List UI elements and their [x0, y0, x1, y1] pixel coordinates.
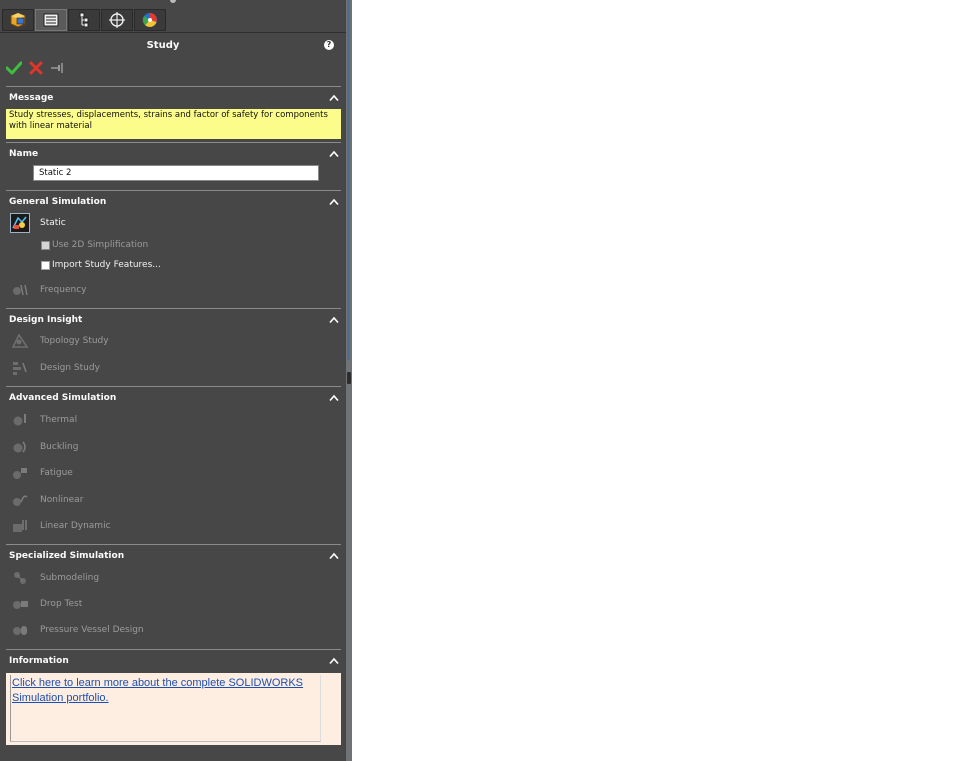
link-line-2: Simulation portfolio.	[12, 692, 109, 704]
tab-bar-divider	[0, 32, 346, 33]
linear-dynamic-study-icon	[10, 517, 30, 535]
section-divider	[6, 649, 341, 650]
manager-tab-bar	[2, 9, 167, 32]
chevron-up-icon[interactable]	[329, 657, 339, 665]
advanced-item-label: Buckling	[40, 442, 79, 452]
submodeling-study-icon	[10, 569, 30, 587]
panel-title: Study	[146, 40, 180, 51]
pushpin-icon	[51, 63, 63, 73]
nonlinear-study-icon	[10, 491, 30, 509]
study-type-linear-dynamic[interactable]: Linear Dynamic	[10, 516, 111, 536]
specialized-item-label: Pressure Vessel Design	[40, 625, 144, 635]
section-divider	[6, 86, 341, 87]
splitter-highlight	[347, 0, 350, 360]
study-type-nonlinear[interactable]: Nonlinear	[10, 490, 83, 510]
section-title-specialized-simulation[interactable]: Specialized Simulation	[9, 551, 124, 561]
section-title-general-simulation[interactable]: General Simulation	[9, 197, 106, 207]
specialized-item-label: Submodeling	[40, 573, 100, 583]
study-type-thermal[interactable]: Thermal	[10, 410, 77, 430]
section-title-information[interactable]: Information	[9, 656, 69, 666]
static-label: Static	[40, 218, 66, 228]
section-title-advanced-simulation[interactable]: Advanced Simulation	[9, 393, 116, 403]
information-text-area: Click here to learn more about the compl…	[10, 675, 321, 742]
tab-feature-manager[interactable]	[2, 9, 34, 31]
import-study-features-checkbox[interactable]: Import Study Features...	[41, 260, 161, 270]
action-buttons	[6, 61, 64, 75]
feature-manager-icon	[10, 12, 26, 28]
design-insight-item-label: Design Study	[40, 363, 100, 373]
checkbox-box	[41, 260, 50, 270]
section-divider	[6, 544, 341, 545]
ok-button[interactable]	[6, 61, 22, 75]
use-2d-simplification-checkbox[interactable]: Use 2D Simplification	[41, 240, 148, 250]
drop-test-study-icon	[10, 595, 30, 613]
static-study-icon	[10, 213, 30, 233]
tab-display-manager[interactable]	[134, 9, 166, 31]
section-title-name[interactable]: Name	[9, 149, 38, 159]
advanced-item-label: Linear Dynamic	[40, 521, 111, 531]
section-divider	[6, 308, 341, 309]
link-line-1: Click here to learn more about the compl…	[12, 677, 304, 689]
section-title-design-insight[interactable]: Design Insight	[9, 315, 82, 325]
tab-configuration-manager[interactable]	[68, 9, 100, 31]
study-type-fatigue[interactable]: Fatigue	[10, 463, 73, 483]
import-study-label: Import Study Features...	[52, 260, 161, 270]
study-type-topology[interactable]: Topology Study	[10, 331, 109, 351]
study-type-pressure-vessel[interactable]: Pressure Vessel Design	[10, 620, 144, 640]
configuration-manager-icon	[79, 12, 89, 28]
pushpin-button[interactable]	[50, 62, 64, 74]
chevron-up-icon[interactable]	[329, 94, 339, 102]
section-divider	[6, 386, 341, 387]
checkbox-box	[41, 240, 50, 250]
graphics-area[interactable]	[352, 0, 960, 761]
solidworks-simulation-link[interactable]: Click here to learn more about the compl…	[12, 677, 303, 704]
study-name-input[interactable]: Static 2	[33, 165, 319, 181]
information-box: Click here to learn more about the compl…	[6, 673, 341, 745]
use-2d-label: Use 2D Simplification	[52, 240, 149, 250]
buckling-study-icon	[10, 438, 30, 456]
property-manager-icon	[43, 13, 59, 27]
thermal-study-icon	[10, 411, 30, 429]
ok-icon	[6, 61, 22, 75]
advanced-item-label: Nonlinear	[40, 495, 84, 505]
study-type-frequency[interactable]: Frequency	[10, 280, 87, 300]
section-divider	[6, 142, 341, 143]
design-study-icon	[10, 359, 30, 377]
study-type-design-study[interactable]: Design Study	[10, 358, 100, 378]
frequency-study-icon	[10, 281, 30, 299]
help-icon[interactable]: ?	[324, 40, 334, 50]
panel-resize-grip[interactable]	[170, 0, 176, 3]
study-type-submodeling[interactable]: Submodeling	[10, 568, 99, 588]
splitter-grip[interactable]	[347, 372, 351, 384]
frequency-label: Frequency	[40, 285, 87, 295]
specialized-item-label: Drop Test	[40, 599, 83, 609]
study-type-buckling[interactable]: Buckling	[10, 437, 78, 457]
advanced-item-label: Thermal	[40, 415, 78, 425]
cancel-icon	[29, 61, 43, 75]
design-insight-item-label: Topology Study	[40, 336, 109, 346]
chevron-up-icon[interactable]	[329, 198, 339, 206]
fatigue-study-icon	[10, 464, 30, 482]
study-type-static[interactable]: Static	[10, 213, 66, 233]
section-divider	[6, 190, 341, 191]
tab-dimxpert-manager[interactable]	[101, 9, 133, 31]
display-manager-icon	[142, 13, 157, 27]
pressure-vessel-study-icon	[10, 621, 30, 639]
chevron-up-icon[interactable]	[329, 316, 339, 324]
topology-study-icon	[10, 332, 30, 350]
dimxpert-manager-icon	[109, 12, 125, 28]
message-box: Study stresses, displacements, strains a…	[6, 109, 341, 139]
chevron-up-icon[interactable]	[329, 394, 339, 402]
section-title-message[interactable]: Message	[9, 93, 53, 103]
chevron-up-icon[interactable]	[329, 552, 339, 560]
advanced-item-label: Fatigue	[40, 468, 73, 478]
study-type-drop-test[interactable]: Drop Test	[10, 594, 82, 614]
cancel-button[interactable]	[29, 61, 43, 75]
chevron-up-icon[interactable]	[329, 150, 339, 158]
tab-property-manager[interactable]	[35, 9, 67, 31]
property-manager-panel: Study ? Message Study stresses, displace…	[0, 0, 346, 761]
